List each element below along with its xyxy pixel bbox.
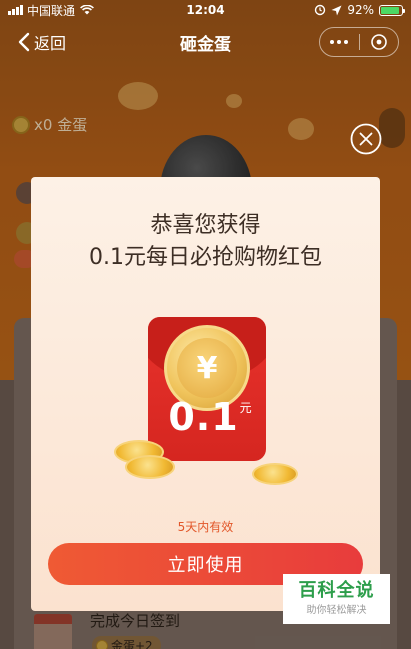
watermark-title: 百科全说 <box>298 580 375 601</box>
more-icon[interactable] <box>320 28 359 56</box>
gold-coin-icon <box>252 463 298 485</box>
miniprogram-capsule <box>319 27 399 57</box>
popup-subtitle: 0.1元每日必抢购物红包 <box>89 245 322 270</box>
battery-level <box>381 6 400 14</box>
back-chevron-icon <box>18 32 30 52</box>
location-icon <box>331 5 342 15</box>
validity-text: 5天内有效 <box>177 520 234 534</box>
red-packet-popup: 恭喜您获得 0.1元每日必抢购物红包 ¥ 0.1元 5天内有效 立即使用 <box>31 177 380 611</box>
battery-percent: 92% <box>347 3 374 17</box>
back-label: 返回 <box>34 34 67 53</box>
carrier-label: 中国联通 <box>27 3 76 18</box>
wifi-icon <box>80 5 94 15</box>
popup-title: 恭喜您获得 <box>150 213 261 238</box>
amount-value: 0.1 <box>168 395 239 439</box>
status-bar: 中国联通 12:04 92% <box>0 0 411 20</box>
coin-symbol: ¥ <box>196 350 218 386</box>
battery-icon <box>379 4 405 16</box>
packet-amount: 0.1元 <box>165 395 255 439</box>
nav-bar: 返回 砸金蛋 <box>0 20 411 64</box>
gold-coin-icon <box>125 455 175 479</box>
signal-icon <box>8 5 23 15</box>
back-button[interactable]: 返回 <box>18 30 66 54</box>
watermark-logo: 百科全说 助你轻松解决 <box>283 574 390 624</box>
amount-unit: 元 <box>239 401 252 415</box>
close-icon[interactable] <box>350 123 382 155</box>
watermark-subtitle: 助你轻松解决 <box>306 605 367 616</box>
alarm-icon <box>315 4 326 16</box>
close-miniprogram-icon[interactable] <box>360 28 399 56</box>
